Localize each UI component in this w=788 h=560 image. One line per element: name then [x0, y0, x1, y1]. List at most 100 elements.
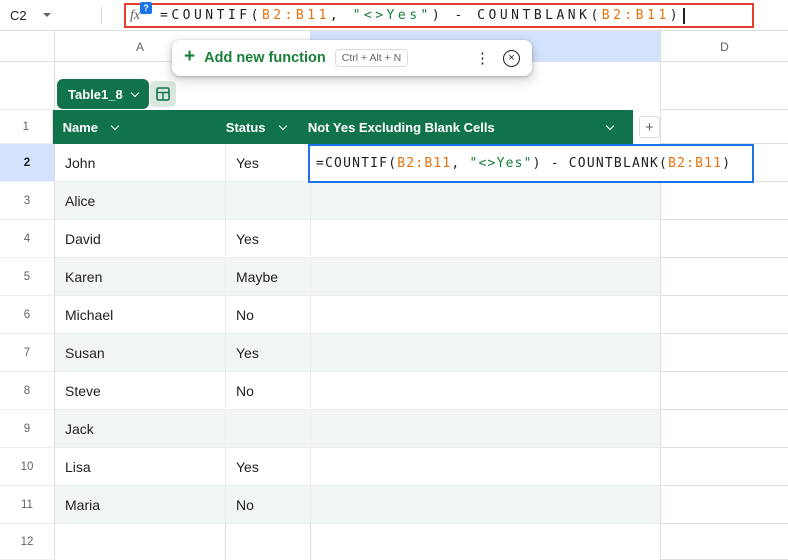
cell[interactable] [661, 62, 788, 110]
cell-formula-text: =COUNTIF(B2:B11, "<>Yes") - COUNTBLANK(B… [316, 156, 732, 171]
header-cell-formula-column[interactable]: Not Yes Excluding Blank Cells [297, 110, 633, 144]
row-header-7[interactable]: 7 [0, 334, 55, 372]
row-formula-cell[interactable] [310, 334, 660, 372]
cell[interactable] [661, 486, 788, 524]
cell[interactable] [661, 334, 788, 372]
formula-input-annotated[interactable]: fx? =COUNTIF(B2:B11, "<>Yes") - COUNTBLA… [124, 1, 754, 28]
row-header-4[interactable]: 4 [0, 220, 55, 258]
divider [101, 6, 102, 24]
table-name-chip[interactable]: Table1_8 [57, 79, 149, 109]
row-name-cell[interactable]: Maria [55, 486, 225, 524]
row-name-cell[interactable]: Michael [55, 296, 225, 334]
cell[interactable] [661, 258, 788, 296]
formula-bar: C2 fx? =COUNTIF(B2:B11, "<>Yes") - COUNT… [0, 0, 788, 31]
shortcut-hint: Ctrl + Alt + N [334, 49, 409, 67]
table-row: 6 Michael No [0, 296, 660, 334]
column-header-d[interactable]: D [660, 31, 788, 62]
add-function-popup: + Add new function Ctrl + Alt + N ⋮ × [172, 40, 532, 76]
row-name-cell[interactable]: Alice [55, 182, 225, 220]
row-header-6[interactable]: 6 [0, 296, 55, 334]
row-header-11[interactable]: 11 [0, 486, 55, 524]
header-cell-status[interactable]: Status [215, 110, 298, 144]
cell[interactable] [225, 524, 310, 560]
row-header-5[interactable]: 5 [0, 258, 55, 296]
cell[interactable] [661, 410, 788, 448]
cell[interactable] [661, 448, 788, 486]
chevron-down-icon [130, 88, 139, 97]
name-box-dropdown-icon[interactable] [42, 13, 51, 17]
row-formula-cell[interactable] [310, 448, 660, 486]
cell[interactable] [661, 524, 788, 560]
select-all-corner[interactable] [0, 31, 55, 62]
add-column-button[interactable]: + [638, 116, 661, 138]
fx-help-badge: ? [140, 1, 152, 14]
cell[interactable] [661, 182, 788, 220]
cell-reference-box[interactable]: C2 [0, 0, 100, 30]
plus-icon: + [184, 46, 196, 67]
row-formula-cell[interactable] [310, 296, 660, 334]
header-cell-name[interactable]: Name [52, 110, 216, 144]
row-name-cell[interactable]: Lisa [55, 448, 225, 486]
formula-bar-text[interactable]: =COUNTIF(B2:B11, "<>Yes") - COUNTBLANK(B… [160, 8, 681, 23]
row-header-8[interactable]: 8 [0, 372, 55, 410]
row-status-cell[interactable] [225, 410, 310, 448]
row-formula-cell[interactable] [310, 486, 660, 524]
cell[interactable] [661, 372, 788, 410]
row-header-2[interactable]: 2 [0, 144, 55, 182]
fx-icon: fx? [130, 1, 152, 24]
active-cell-editor[interactable]: =COUNTIF(B2:B11, "<>Yes") - COUNTBLANK(B… [308, 144, 754, 183]
table-row: 3 Alice [0, 182, 660, 220]
cell[interactable] [661, 220, 788, 258]
row-status-cell[interactable]: Yes [225, 334, 310, 372]
row-header-12[interactable]: 12 [0, 524, 55, 560]
row-status-cell[interactable]: Yes [225, 144, 310, 182]
cell[interactable] [661, 110, 788, 144]
spreadsheet-app: C2 fx? =COUNTIF(B2:B11, "<>Yes") - COUNT… [0, 0, 788, 560]
row-name-cell[interactable]: Jack [55, 410, 225, 448]
table-row: 10 Lisa Yes [0, 448, 660, 486]
row-header-10[interactable]: 10 [0, 448, 55, 486]
row-formula-cell[interactable] [310, 258, 660, 296]
table-row: 11 Maria No [0, 486, 660, 524]
cell[interactable] [661, 296, 788, 334]
table-row: 5 Karen Maybe [0, 258, 660, 296]
chevron-down-icon[interactable] [278, 121, 287, 130]
text-cursor [683, 7, 685, 24]
close-icon[interactable]: × [503, 49, 520, 67]
table-icon-button[interactable] [150, 81, 176, 107]
row-header-9[interactable]: 9 [0, 410, 55, 448]
table-row: 4 David Yes [0, 220, 660, 258]
row-status-cell[interactable]: No [225, 486, 310, 524]
chevron-down-icon[interactable] [110, 121, 120, 130]
table-row: 8 Steve No [0, 372, 660, 410]
cell-reference: C2 [10, 7, 27, 23]
row-status-cell[interactable]: Maybe [225, 258, 310, 296]
row-formula-cell[interactable] [310, 182, 660, 220]
chevron-down-icon[interactable] [605, 121, 615, 130]
column-d [660, 62, 788, 560]
table-grid-icon [156, 87, 170, 101]
row-formula-cell[interactable] [310, 410, 660, 448]
row-status-cell[interactable]: No [225, 296, 310, 334]
row-name-cell[interactable]: David [55, 220, 225, 258]
row-gutter-empty [0, 62, 55, 110]
table-row: 7 Susan Yes [0, 334, 660, 372]
row-formula-cell[interactable] [310, 372, 660, 410]
add-function-label[interactable]: Add new function [204, 50, 326, 66]
row-status-cell[interactable]: No [225, 372, 310, 410]
row-formula-cell[interactable] [310, 220, 660, 258]
row-name-cell[interactable]: John [55, 144, 225, 182]
row-name-cell[interactable]: Susan [55, 334, 225, 372]
row-header-1[interactable]: 1 [0, 110, 53, 144]
more-options-icon[interactable]: ⋮ [471, 49, 494, 67]
table-row: 9 Jack [0, 410, 660, 448]
table-name-label: Table1_8 [68, 86, 123, 102]
row-header-3[interactable]: 3 [0, 182, 55, 220]
cell[interactable] [310, 524, 660, 560]
row-name-cell[interactable]: Karen [55, 258, 225, 296]
row-status-cell[interactable]: Yes [225, 220, 310, 258]
row-name-cell[interactable]: Steve [55, 372, 225, 410]
cell[interactable] [55, 524, 225, 560]
row-status-cell[interactable]: Yes [225, 448, 310, 486]
row-status-cell[interactable] [225, 182, 310, 220]
